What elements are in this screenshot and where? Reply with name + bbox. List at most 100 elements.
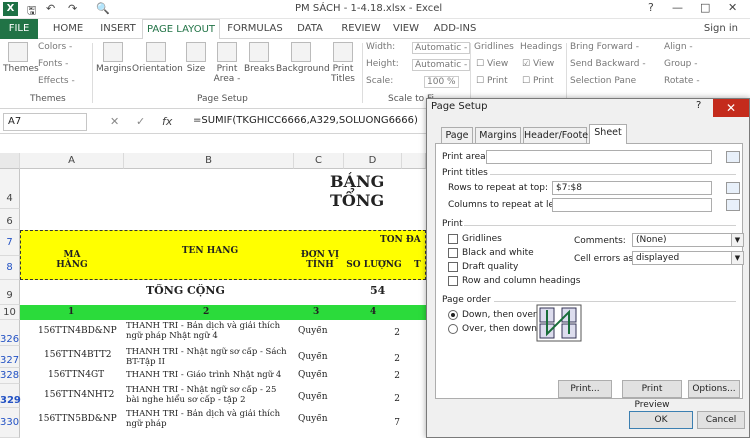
maximize-icon[interactable]: □: [700, 1, 710, 14]
tab-review[interactable]: REVIEW: [336, 19, 386, 39]
table-cell-dv[interactable]: Quyển: [298, 370, 338, 380]
print-titles-button[interactable]: Print Titles: [328, 42, 358, 84]
header-ma-hang[interactable]: MÃ HÀNG: [50, 250, 94, 270]
tab-home[interactable]: HOME: [46, 19, 90, 39]
width-select[interactable]: Automatic -: [412, 42, 471, 54]
tab-page-layout[interactable]: PAGE LAYOUT: [142, 19, 220, 40]
row-header[interactable]: 328: [0, 368, 20, 384]
print-area-button[interactable]: Print Area -: [212, 42, 242, 84]
ok-button[interactable]: OK: [629, 411, 693, 429]
table-cell-dv[interactable]: Quyển: [298, 414, 338, 424]
down-over-radio[interactable]: [448, 310, 458, 320]
selection-pane-button[interactable]: Selection Pane: [570, 76, 636, 86]
sign-in-link[interactable]: Sign in: [704, 19, 738, 39]
index-cell[interactable]: 3: [313, 307, 333, 317]
gridlines-view-checkbox[interactable]: ☐ View: [476, 59, 508, 69]
row-header[interactable]: 10: [0, 305, 20, 320]
tab-header-footer[interactable]: Header/Footer: [523, 127, 592, 143]
print-area-input[interactable]: [486, 150, 712, 164]
dialog-close-button[interactable]: ✕: [713, 99, 749, 117]
tab-formulas[interactable]: FORMULAS: [224, 19, 286, 39]
close-icon[interactable]: ✕: [728, 1, 737, 14]
table-cell-ten[interactable]: THANH TRÌ - Giáo trình Nhật ngữ 4: [126, 370, 292, 382]
row-col-headings-checkbox[interactable]: [448, 276, 458, 286]
help-icon[interactable]: ?: [648, 1, 654, 14]
align-button[interactable]: Align -: [664, 42, 693, 52]
breaks-button[interactable]: Breaks: [244, 42, 275, 74]
header-ten-hang[interactable]: TÊN HÀNG: [180, 246, 240, 256]
colors-button[interactable]: Colors -: [38, 42, 72, 52]
table-cell-dv[interactable]: Quyển: [298, 392, 338, 402]
print-button[interactable]: Print...: [558, 380, 612, 398]
table-cell-dv[interactable]: Quyển: [298, 352, 338, 362]
index-cell[interactable]: 1: [68, 307, 88, 317]
row-header[interactable]: 4: [0, 169, 20, 209]
header-so-luong[interactable]: SỐ LƯỢNG: [346, 260, 402, 270]
row-header[interactable]: 327: [0, 346, 20, 368]
headings-view-checkbox[interactable]: ☑ View: [522, 59, 554, 69]
fonts-button[interactable]: Fonts -: [38, 59, 68, 69]
column-header-d[interactable]: D: [344, 153, 402, 169]
orientation-button[interactable]: Orientation: [132, 42, 183, 74]
print-preview-button[interactable]: Print Preview: [622, 380, 682, 410]
tab-view[interactable]: VIEW: [390, 19, 422, 39]
column-header-b[interactable]: B: [124, 153, 294, 169]
scale-input[interactable]: 100 %: [424, 76, 459, 88]
cancel-icon[interactable]: ✕: [110, 115, 119, 128]
row-header[interactable]: 330: [0, 408, 20, 438]
table-cell-ten[interactable]: THANH TRÌ - Bản dịch và giải thích ngữ p…: [126, 321, 292, 345]
undo-icon[interactable]: ↶: [46, 2, 55, 15]
effects-button[interactable]: Effects -: [38, 76, 75, 86]
row-header[interactable]: 7: [0, 230, 20, 256]
row-header[interactable]: 326: [0, 320, 20, 346]
table-cell-ten[interactable]: THANH TRÌ - Nhật ngữ sơ cấp - 25 bài ngh…: [126, 385, 292, 407]
tab-addins[interactable]: ADD-INS: [430, 19, 480, 39]
rows-repeat-input[interactable]: $7:$8: [552, 181, 712, 195]
tab-page[interactable]: Page: [441, 127, 473, 143]
table-cell-sl[interactable]: 7: [382, 418, 400, 428]
table-cell-sl[interactable]: 2: [382, 328, 400, 338]
enter-icon[interactable]: ✓: [136, 115, 145, 128]
draft-quality-checkbox[interactable]: [448, 262, 458, 272]
select-all-corner[interactable]: [0, 153, 20, 169]
comments-select[interactable]: (None) ▼: [632, 233, 744, 247]
table-cell-sl[interactable]: 2: [382, 354, 400, 364]
cols-repeat-input[interactable]: [552, 198, 712, 212]
index-cell[interactable]: 2: [203, 307, 223, 317]
gridlines-checkbox[interactable]: [448, 234, 458, 244]
black-white-checkbox[interactable]: [448, 248, 458, 258]
total-label[interactable]: TỔNG CỘNG: [146, 284, 266, 297]
margins-button[interactable]: Margins: [96, 42, 131, 74]
total-value[interactable]: 54: [370, 284, 400, 297]
table-cell-ma[interactable]: 156TTN4BD&NP: [38, 326, 122, 336]
table-cell-ma[interactable]: 156TTN4NHT2: [44, 390, 124, 400]
sheet-title[interactable]: BẢNG TỔNG: [330, 172, 426, 210]
rotate-button[interactable]: Rotate -: [664, 76, 700, 86]
index-cell[interactable]: 4: [370, 307, 390, 317]
column-header-e[interactable]: [402, 153, 426, 169]
formula-input[interactable]: =SUMIF(TKGHICC6666,A329,SOLUONG6666): [193, 115, 418, 126]
gridlines-print-checkbox[interactable]: ☐ Print: [476, 76, 508, 86]
table-cell-ma[interactable]: 156TTN4BTT2: [44, 350, 124, 360]
tab-data[interactable]: DATA: [290, 19, 330, 39]
print-area-ref-icon[interactable]: [726, 151, 740, 163]
cols-repeat-ref-icon[interactable]: [726, 199, 740, 211]
table-cell-ma[interactable]: 156TTN5BD&NP: [38, 414, 122, 424]
header-t[interactable]: T: [414, 260, 426, 270]
size-button[interactable]: Size: [182, 42, 210, 74]
headings-print-checkbox[interactable]: ☐ Print: [522, 76, 554, 86]
column-header-a[interactable]: A: [20, 153, 124, 169]
header-don-vi[interactable]: ĐƠN VỊ TÍNH: [298, 250, 342, 270]
dialog-help-icon[interactable]: ?: [696, 100, 701, 111]
rows-repeat-ref-icon[interactable]: [726, 182, 740, 194]
themes-button[interactable]: Themes: [3, 42, 39, 74]
minimize-icon[interactable]: —: [672, 1, 683, 14]
redo-icon[interactable]: ↷: [68, 2, 77, 15]
tab-sheet[interactable]: Sheet: [589, 124, 627, 144]
background-button[interactable]: Background: [276, 42, 330, 74]
group-button[interactable]: Group -: [664, 59, 698, 69]
cell-errors-select[interactable]: displayed ▼: [632, 251, 744, 265]
send-backward-button[interactable]: Send Backward -: [570, 59, 646, 69]
row-header[interactable]: 8: [0, 256, 20, 280]
over-down-radio[interactable]: [448, 324, 458, 334]
